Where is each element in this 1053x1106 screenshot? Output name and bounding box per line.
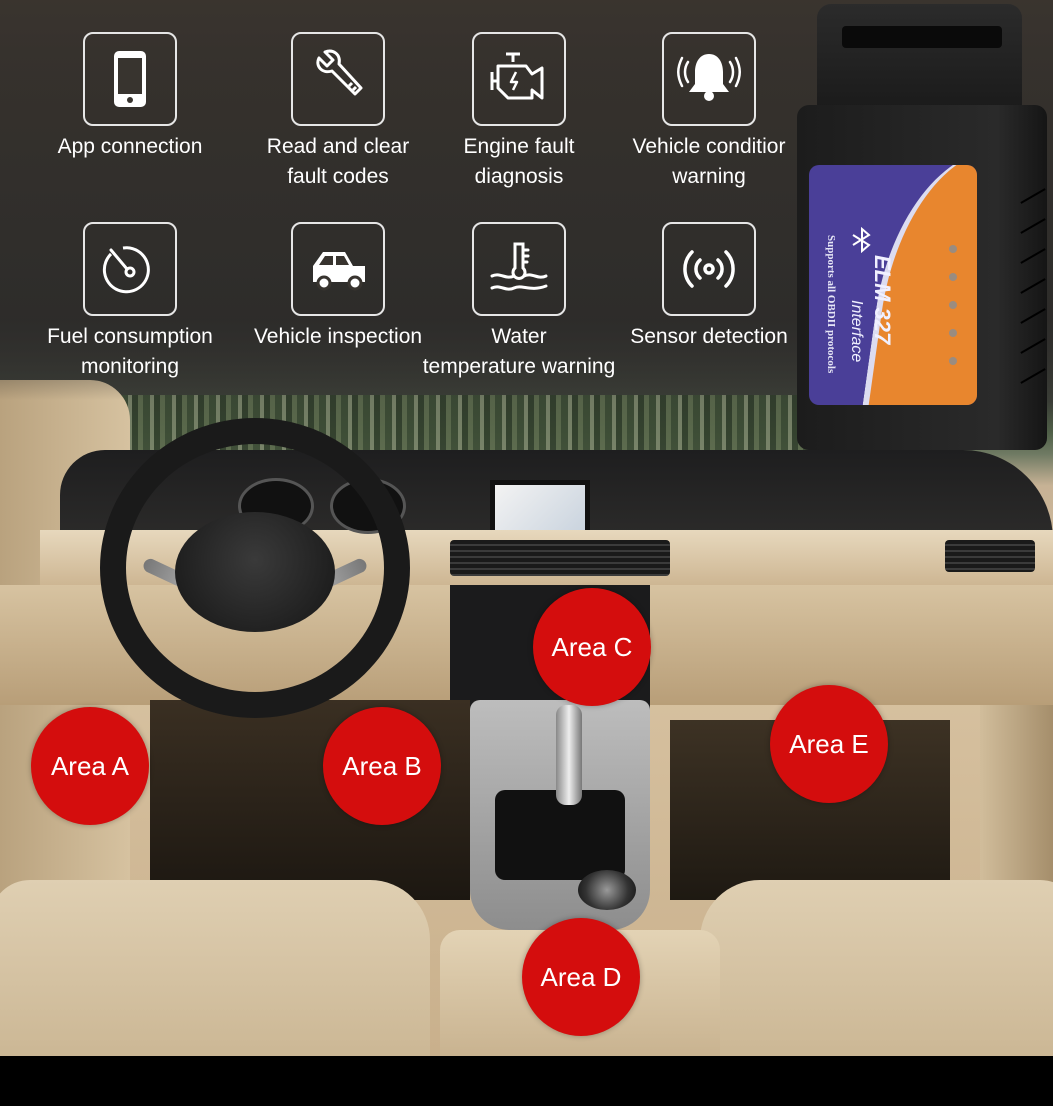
status-led [949, 245, 957, 253]
feature-vehicle-warning: Vehicle conditior warning [609, 32, 809, 192]
area-b-marker: Area B [323, 707, 441, 825]
feature-label: App connection [57, 135, 203, 158]
status-led [949, 273, 957, 281]
area-d-marker: Area D [522, 918, 640, 1036]
control-knob [578, 870, 636, 910]
steering-hub [175, 512, 335, 632]
car-icon [313, 252, 365, 291]
model-text: ELM 327 [870, 255, 895, 345]
feature-water-temperature: Water temperature warning [419, 222, 619, 382]
adapter-body: Supports all OBDII protocols Interface E… [797, 105, 1047, 450]
status-led [949, 301, 957, 309]
feature-label: Engine fault diagnosis [463, 135, 575, 188]
bell-alert-icon [677, 54, 741, 101]
interface-text: Interface [848, 300, 865, 363]
obd-connector [817, 4, 1022, 114]
bluetooth-icon [852, 227, 871, 253]
bottom-black-bar [0, 1056, 1053, 1106]
driver-seat [0, 880, 430, 1056]
feature-app-connection: App connection [30, 32, 230, 162]
passenger-vent [945, 540, 1035, 572]
wrench-icon [316, 49, 363, 96]
feature-sensor-detection: Sensor detection [609, 222, 809, 352]
area-c-marker: Area C [533, 588, 651, 706]
feature-label: Fuel consumption monitoring [47, 325, 213, 378]
area-a-marker: Area A [31, 707, 149, 825]
smartphone-icon [114, 51, 146, 107]
signal-icon [683, 250, 735, 288]
feature-engine-diagnosis: Engine fault diagnosis [419, 32, 619, 192]
adapter-label: Supports all OBDII protocols Interface E… [809, 165, 977, 405]
status-led [949, 329, 957, 337]
gauge-icon [102, 246, 150, 294]
passenger-seat [700, 880, 1053, 1056]
thermometer-water-icon [490, 242, 548, 291]
feature-label: Water temperature warning [422, 325, 616, 378]
center-vent [450, 540, 670, 576]
feature-label: Sensor detection [630, 325, 788, 348]
gear-shifter [556, 705, 582, 805]
protocol-support-text: Supports all OBDII protocols [825, 235, 837, 374]
status-led [949, 357, 957, 365]
feature-label: Vehicle conditior warning [632, 135, 786, 188]
elm327-obd-adapter: Supports all OBDII protocols Interface E… [795, 0, 1053, 450]
feature-fuel-monitoring: Fuel consumption monitoring [30, 222, 230, 382]
feature-read-clear-codes: Read and clear fault codes [238, 32, 438, 192]
area-e-marker: Area E [770, 685, 888, 803]
feature-label: Read and clear fault codes [266, 135, 410, 188]
engine-icon [490, 52, 544, 100]
